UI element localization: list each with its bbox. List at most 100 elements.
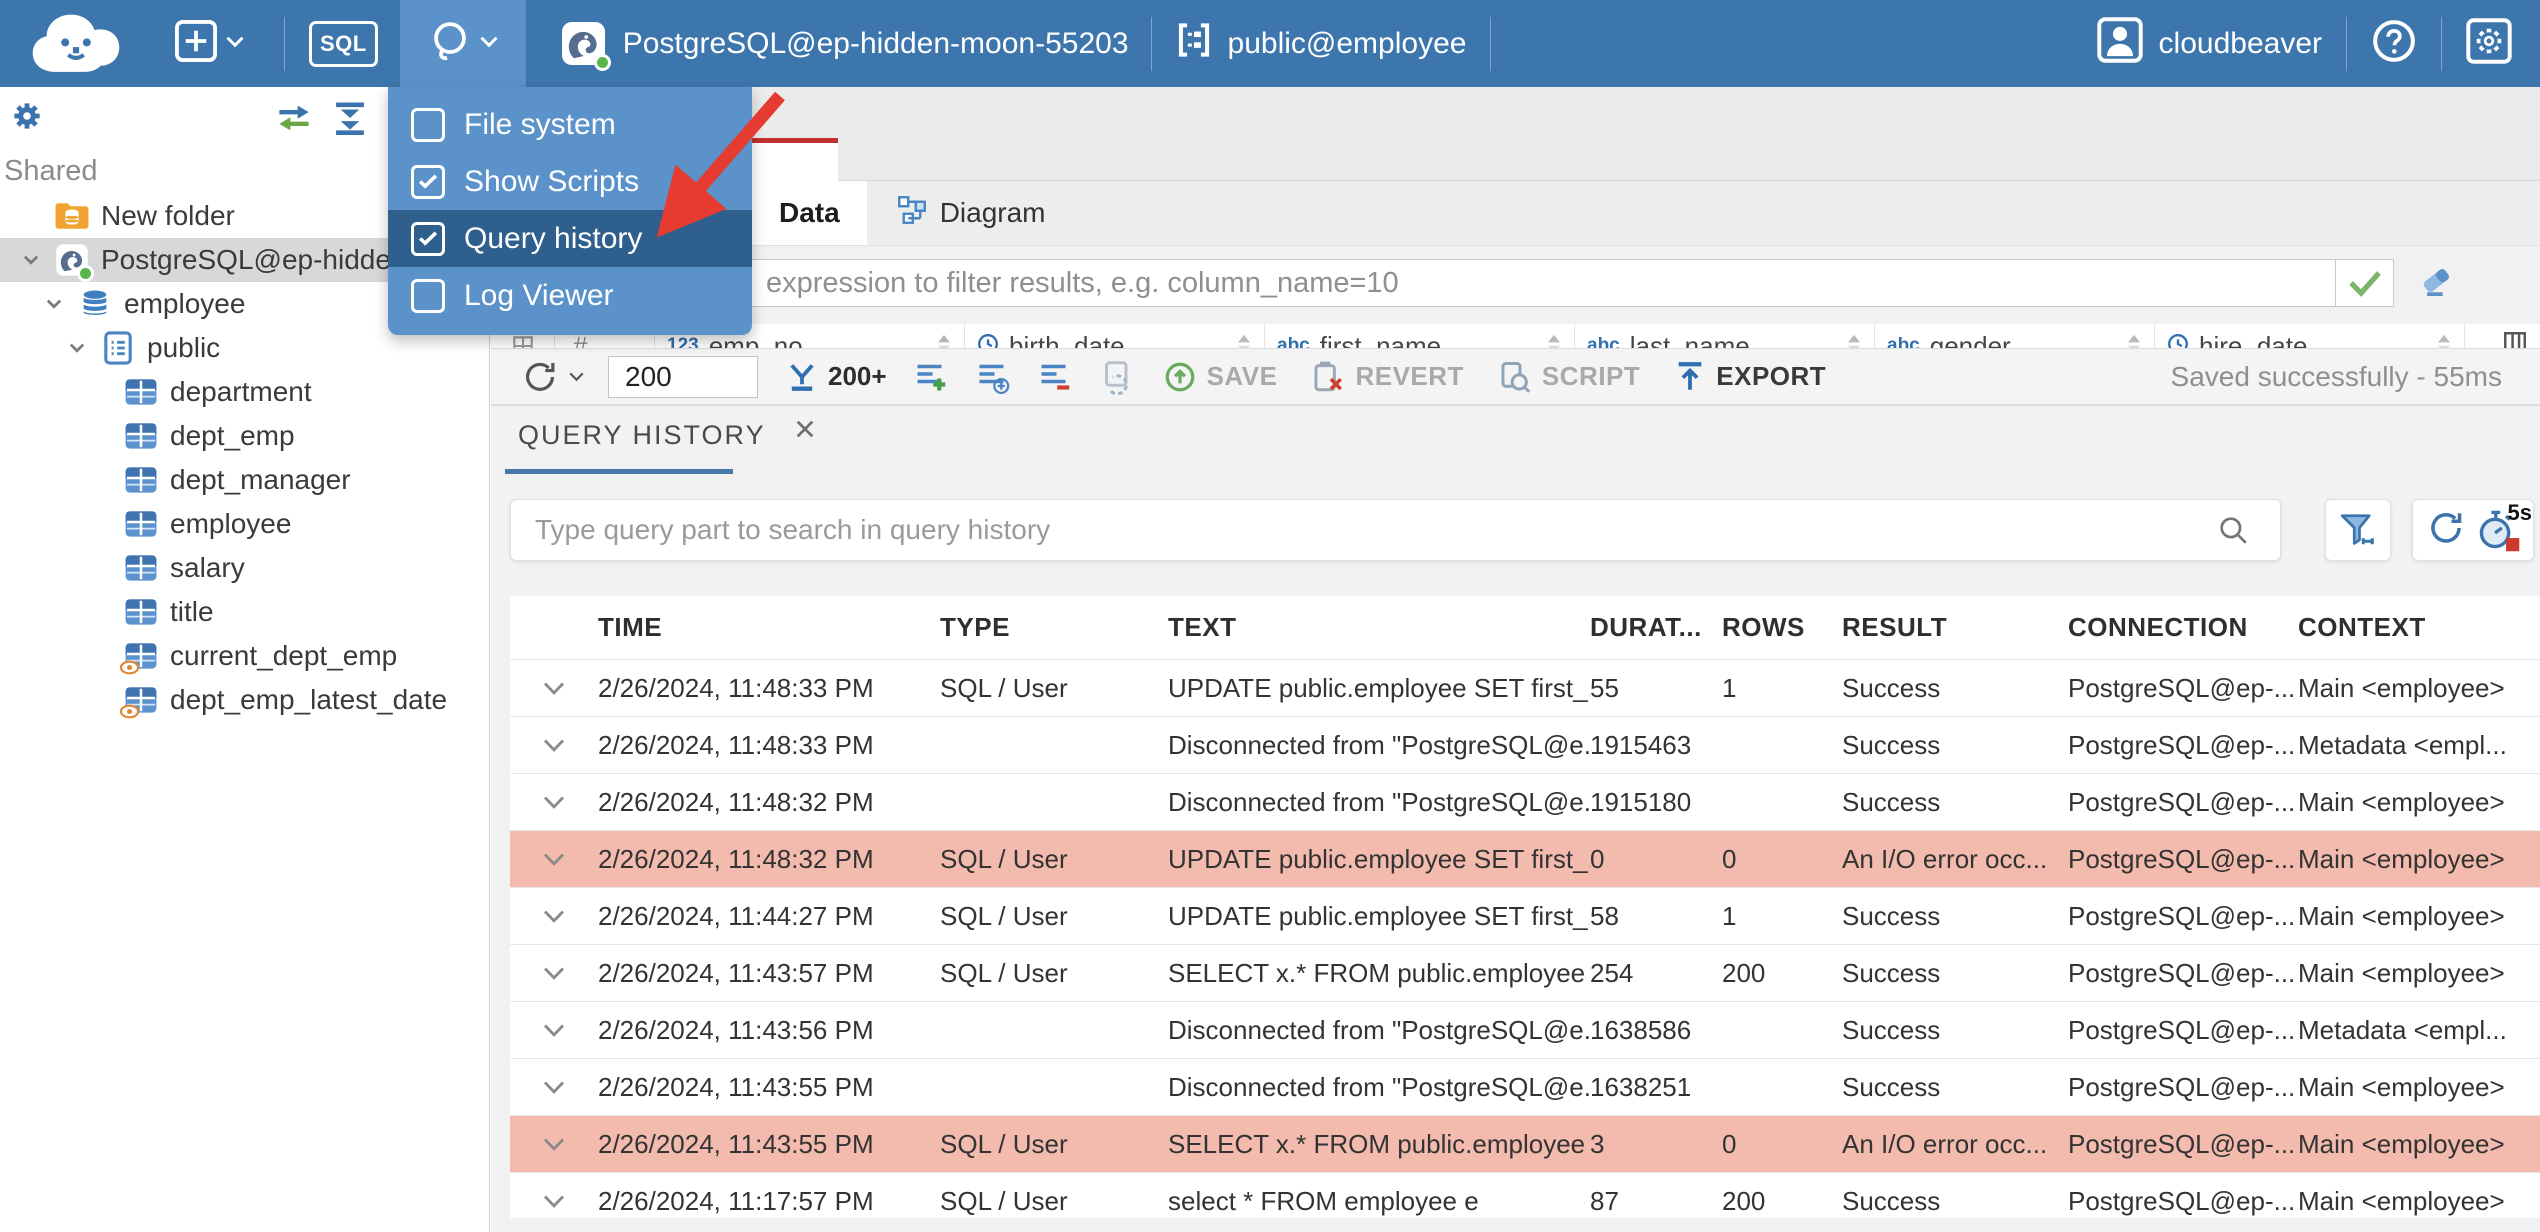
tools-menu-button[interactable] — [399, 0, 526, 87]
history-row[interactable]: 2/26/2024, 11:43:55 PM SQL / User SELECT x… — [510, 1115, 2540, 1172]
tools-menu-item-query-history[interactable]: Query history — [388, 210, 752, 267]
cell-duration: 3 — [1590, 1128, 1605, 1159]
help-button[interactable] — [2371, 18, 2417, 69]
auto-refresh-button[interactable] — [1099, 359, 1135, 395]
history-row[interactable]: 2/26/2024, 11:43:57 PM SQL / User SELECT x… — [510, 944, 2540, 1001]
auto-refresh-timer-button[interactable]: 5s — [2476, 500, 2532, 552]
cell-time: 2/26/2024, 11:48:33 PM — [598, 729, 874, 760]
expand-row-icon[interactable] — [510, 730, 598, 760]
main-area: Data Diagram # 123emp_nobirth_dateabcfir… — [491, 87, 2540, 1232]
query-history-panel: QUERY HISTORY 5s TIMETYPETEXTDURAT...ROW… — [491, 405, 2540, 1232]
tree-item-department[interactable]: department — [0, 370, 489, 414]
expand-row-icon[interactable] — [510, 1015, 598, 1045]
grid-column-last_name[interactable]: abc last_name — [1575, 324, 1875, 348]
grid-column-hire_date[interactable]: hire_date — [2155, 324, 2465, 348]
script-button[interactable]: SCRIPT — [1498, 360, 1640, 394]
history-row[interactable]: 2/26/2024, 11:48:33 PM Disconnected from … — [510, 716, 2540, 773]
history-row[interactable]: 2/26/2024, 11:48:32 PM Disconnected from … — [510, 773, 2540, 830]
tools-menu-item-file-system[interactable]: File system — [388, 96, 752, 153]
clear-filter-eraser-icon[interactable] — [2419, 264, 2457, 303]
tree-item-label: dept_emp — [170, 420, 295, 451]
active-tab-underline — [505, 469, 733, 474]
cell-context: Main <employee> — [2298, 900, 2505, 931]
export-button[interactable]: EXPORT — [1674, 360, 1826, 394]
tree-item-title[interactable]: title — [0, 590, 489, 634]
column-header-time[interactable]: TIME — [598, 612, 940, 643]
tools-menu-item-log-viewer[interactable]: Log Viewer — [388, 267, 752, 324]
grid-column-label: gender — [1929, 330, 2011, 349]
refresh-button[interactable] — [521, 358, 584, 396]
tree-item-dept-emp-latest-date[interactable]: dept_emp_latest_date — [0, 678, 489, 722]
columns-config-icon[interactable] — [2502, 330, 2528, 348]
checkbox-unchecked-icon[interactable] — [411, 278, 445, 313]
fetch-more-button[interactable]: 200+ — [786, 361, 887, 393]
expand-row-icon[interactable] — [510, 1129, 598, 1159]
revert-button[interactable]: REVERT — [1311, 360, 1463, 394]
cell-time: 2/26/2024, 11:43:55 PM — [598, 1071, 874, 1102]
column-header-durat[interactable]: DURAT... — [1590, 612, 1722, 643]
tab-query-history[interactable]: QUERY HISTORY — [518, 420, 818, 451]
expand-row-icon[interactable] — [510, 1186, 598, 1216]
history-row[interactable]: 2/26/2024, 11:43:56 PM Disconnected from … — [510, 1001, 2540, 1058]
checkbox-checked-icon[interactable] — [411, 221, 445, 256]
tab-data[interactable]: Data — [752, 181, 867, 245]
tab-diagram[interactable]: Diagram — [867, 181, 1076, 245]
tree-item-dept-manager[interactable]: dept_manager — [0, 458, 489, 502]
history-filter-button[interactable] — [2325, 499, 2391, 561]
grid-column-birth_date[interactable]: birth_date — [965, 324, 1265, 348]
expand-row-icon[interactable] — [510, 673, 598, 703]
cell-duration: 1915463 — [1590, 729, 1692, 760]
tree-item-dept-emp[interactable]: dept_emp — [0, 414, 489, 458]
settings-button[interactable] — [2466, 18, 2512, 69]
tree-item-salary[interactable]: salary — [0, 546, 489, 590]
user-menu[interactable]: cloudbeaver — [2096, 16, 2322, 71]
tree-item-current-dept-emp[interactable]: current_dept_emp — [0, 634, 489, 678]
expand-row-icon[interactable] — [510, 844, 598, 874]
save-button[interactable]: SAVE — [1163, 360, 1278, 394]
history-row[interactable]: 2/26/2024, 11:44:27 PM SQL / User UPDATE p… — [510, 887, 2540, 944]
history-row[interactable]: 2/26/2024, 11:17:57 PM SQL / User select *… — [510, 1172, 2540, 1218]
apply-filter-button[interactable] — [2336, 259, 2394, 307]
duplicate-row-button[interactable] — [975, 359, 1011, 395]
tree-item-employee[interactable]: employee — [0, 502, 489, 546]
sidebar-settings-gear-icon[interactable] — [8, 97, 46, 140]
sync-connection-icon[interactable] — [275, 103, 313, 138]
delete-row-button[interactable] — [1037, 359, 1073, 395]
history-refresh-icon[interactable] — [2426, 508, 2466, 553]
schema-selector[interactable]: public@employee — [1174, 20, 1466, 68]
grid-column-first_name[interactable]: abc first_name — [1265, 324, 1575, 348]
cell-duration: 1915180 — [1590, 786, 1692, 817]
fetch-size-input[interactable] — [608, 355, 758, 398]
column-header-rows[interactable]: ROWS — [1722, 612, 1842, 643]
history-row[interactable]: 2/26/2024, 11:48:33 PM SQL / User UPDATE p… — [510, 659, 2540, 716]
expand-row-icon[interactable] — [510, 901, 598, 931]
filter-expression-input[interactable] — [500, 259, 2336, 307]
query-history-search-input[interactable] — [510, 499, 2281, 561]
column-header-type[interactable]: TYPE — [940, 612, 1168, 643]
expand-row-icon[interactable] — [510, 787, 598, 817]
sql-editor-button[interactable]: SQL — [309, 20, 378, 67]
column-header-text[interactable]: TEXT — [1168, 612, 1590, 643]
chevron-down-icon[interactable] — [59, 337, 95, 359]
column-header-context[interactable]: CONTEXT — [2298, 612, 2540, 643]
new-connection-button[interactable] — [174, 19, 244, 68]
expand-row-icon[interactable] — [510, 1072, 598, 1102]
cell-text: UPDATE public.employee SET first_... — [1168, 672, 1590, 703]
history-row[interactable]: 2/26/2024, 11:43:55 PM Disconnected from … — [510, 1058, 2540, 1115]
close-icon[interactable] — [792, 416, 818, 449]
collapse-all-icon[interactable] — [333, 101, 367, 140]
chevron-down-icon[interactable] — [36, 293, 72, 315]
checkbox-checked-icon[interactable] — [411, 164, 445, 199]
column-header-connection[interactable]: CONNECTION — [2068, 612, 2298, 643]
checkbox-unchecked-icon[interactable] — [411, 107, 445, 142]
expand-row-icon[interactable] — [510, 958, 598, 988]
history-row[interactable]: 2/26/2024, 11:48:32 PM SQL / User UPDATE p… — [510, 830, 2540, 887]
connection-selector[interactable]: PostgreSQL@ep-hidden-moon-55203 — [560, 20, 1129, 71]
add-row-button[interactable] — [913, 359, 949, 395]
cell-connection: PostgreSQL@ep-... — [2068, 843, 2296, 874]
tools-menu-item-show-scripts[interactable]: Show Scripts — [388, 153, 752, 210]
grid-column-gender[interactable]: abc gender — [1875, 324, 2155, 348]
chevron-down-icon[interactable] — [13, 249, 49, 271]
column-header-result[interactable]: RESULT — [1842, 612, 2068, 643]
sort-icon — [1846, 333, 1862, 348]
